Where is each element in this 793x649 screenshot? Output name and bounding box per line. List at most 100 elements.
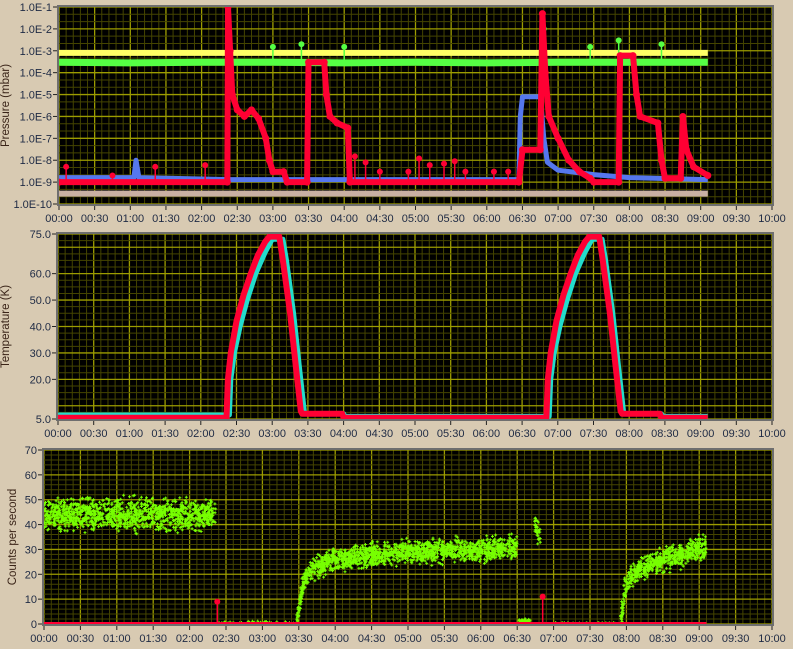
gauge-red-marker: [661, 174, 669, 182]
x-tick-label: 04:30: [366, 213, 394, 225]
y-tick-label: 60.0: [30, 269, 51, 281]
gauge-green-spike-marker: [298, 41, 305, 48]
gauge-red-spike-marker: [405, 168, 412, 175]
gauge-red-marker: [344, 124, 352, 132]
gauge-red-marker: [333, 119, 341, 127]
y-tick-label: 0: [31, 619, 37, 631]
gauge-red-marker: [248, 106, 256, 114]
gauge-green-spike-marker: [341, 43, 348, 50]
x-tick-label: 00:30: [81, 213, 109, 225]
y-tick-label: 1.0E-9: [20, 177, 52, 189]
gauge-red-marker: [515, 178, 523, 186]
y-tick-label: 10: [25, 594, 37, 606]
y-tick-label: 40.0: [30, 322, 51, 334]
gauge-red-marker: [269, 168, 277, 176]
pressure-chart: 1.0E-10 1.0E-9 1.0E-8 1.0E-7 1.0E-6 1.0E-5 1.0…: [0, 2, 786, 225]
y-tick-label: 75.0: [30, 229, 51, 241]
x-tick-label: 02:30: [223, 213, 251, 225]
x-tick-label: 07:00: [544, 213, 572, 225]
x-tick-label: 01:00: [103, 633, 131, 645]
gauge-red-marker: [228, 91, 236, 99]
x-tick-label: 02:00: [188, 213, 216, 225]
gauge-red-marker: [575, 168, 583, 176]
x-tick-label: 05:30: [431, 633, 459, 645]
x-tick-label: 05:00: [394, 633, 422, 645]
gauge-red-marker: [326, 112, 334, 120]
x-tick-label: 09:30: [723, 213, 751, 225]
gauge-red-marker: [541, 69, 549, 77]
x-tick-label: 02:30: [212, 633, 240, 645]
x-tick-label: 08:30: [651, 428, 679, 440]
gauge-red-marker: [262, 134, 270, 142]
x-tick-label: 05:00: [401, 428, 429, 440]
y-tick-label: 60: [25, 470, 37, 482]
gauge-red-marker: [233, 106, 241, 114]
gauge-red-marker: [690, 163, 698, 171]
gauge-red-marker: [346, 178, 354, 186]
gauge-red-marker: [538, 10, 546, 18]
y-axis-title: Pressure (mbar): [0, 64, 12, 147]
gauge-red-marker: [265, 156, 273, 164]
x-tick-label: 05:30: [437, 213, 465, 225]
gauge-red-spike-marker: [462, 168, 469, 175]
gauge-red-marker: [305, 58, 313, 66]
x-tick-label: 08:00: [616, 213, 644, 225]
gauge-red-marker: [223, 178, 231, 186]
x-tick-label: 02:00: [187, 428, 215, 440]
x-tick-label: 06:00: [473, 213, 501, 225]
counts-red-spike-marker: [539, 593, 546, 600]
x-tick-label: 00:30: [67, 633, 95, 645]
gauge-red-spike-marker: [451, 158, 458, 165]
gauge-green-spike-marker: [658, 41, 665, 48]
gauge-red-marker: [320, 58, 328, 66]
counts-red-spike-marker: [214, 598, 221, 605]
gauge-red-marker: [255, 115, 263, 123]
x-tick-label: 04:00: [330, 213, 358, 225]
x-tick-label: 07:00: [544, 428, 572, 440]
x-tick-label: 02:00: [176, 633, 204, 645]
x-tick-label: 01:30: [151, 428, 179, 440]
gauge-red-spike-marker: [376, 168, 383, 175]
gauge-red-marker: [554, 134, 562, 142]
x-tick-label: 01:00: [116, 428, 144, 440]
x-tick-label: 04:00: [330, 428, 358, 440]
gauge-red-spike-marker: [351, 153, 358, 160]
x-tick-label: 09:30: [722, 633, 750, 645]
x-tick-label: 00:00: [45, 213, 73, 225]
x-tick-label: 07:30: [580, 213, 608, 225]
y-tick-label: 50.0: [30, 295, 51, 307]
y-tick-label: 70: [25, 445, 37, 457]
gauge-red-marker: [565, 156, 573, 164]
y-tick-label: 30.0: [30, 348, 51, 360]
gauge-red-marker: [536, 146, 544, 154]
y-tick-label: 1.0E-8: [20, 155, 52, 167]
x-tick-label: 06:30: [508, 428, 536, 440]
gauge-red-spike-marker: [362, 159, 369, 166]
gauge-red-marker: [303, 178, 311, 186]
x-tick-label: 06:30: [503, 633, 531, 645]
gauge-red-marker: [679, 112, 687, 120]
y-axis-title: Counts per second: [7, 489, 19, 586]
gauge-red-marker: [226, 47, 234, 55]
gauge-red-marker: [654, 119, 662, 127]
x-tick-label: 02:30: [223, 428, 251, 440]
y-axis-title: Temperature (K): [0, 285, 12, 368]
y-tick-label: 1.0E-7: [20, 133, 52, 145]
x-tick-label: 05:00: [402, 213, 430, 225]
x-tick-label: 00:00: [44, 428, 72, 440]
gauge-red-marker: [518, 146, 526, 154]
x-tick-label: 04:30: [366, 428, 394, 440]
x-tick-label: 03:00: [249, 633, 277, 645]
counts-chart: 0 10 20 30 40 50 60 70 00:00 00:30 01:00 01:30 02:00…: [7, 445, 786, 645]
y-tick-label: 1.0E-6: [20, 111, 52, 123]
gauge-red-marker: [280, 168, 288, 176]
x-tick-label: 09:00: [685, 633, 713, 645]
gauge-red-spike-marker: [490, 168, 497, 175]
x-tick-label: 10:00: [758, 213, 786, 225]
y-tick-label: 1.0E-2: [20, 24, 52, 36]
gauge-red-spike-marker: [109, 172, 116, 179]
gauge-red-spike-marker: [505, 168, 512, 175]
y-tick-label: 20: [25, 569, 37, 581]
y-tick-label: 50: [25, 495, 37, 507]
gauge-green-spike-marker: [615, 37, 622, 44]
